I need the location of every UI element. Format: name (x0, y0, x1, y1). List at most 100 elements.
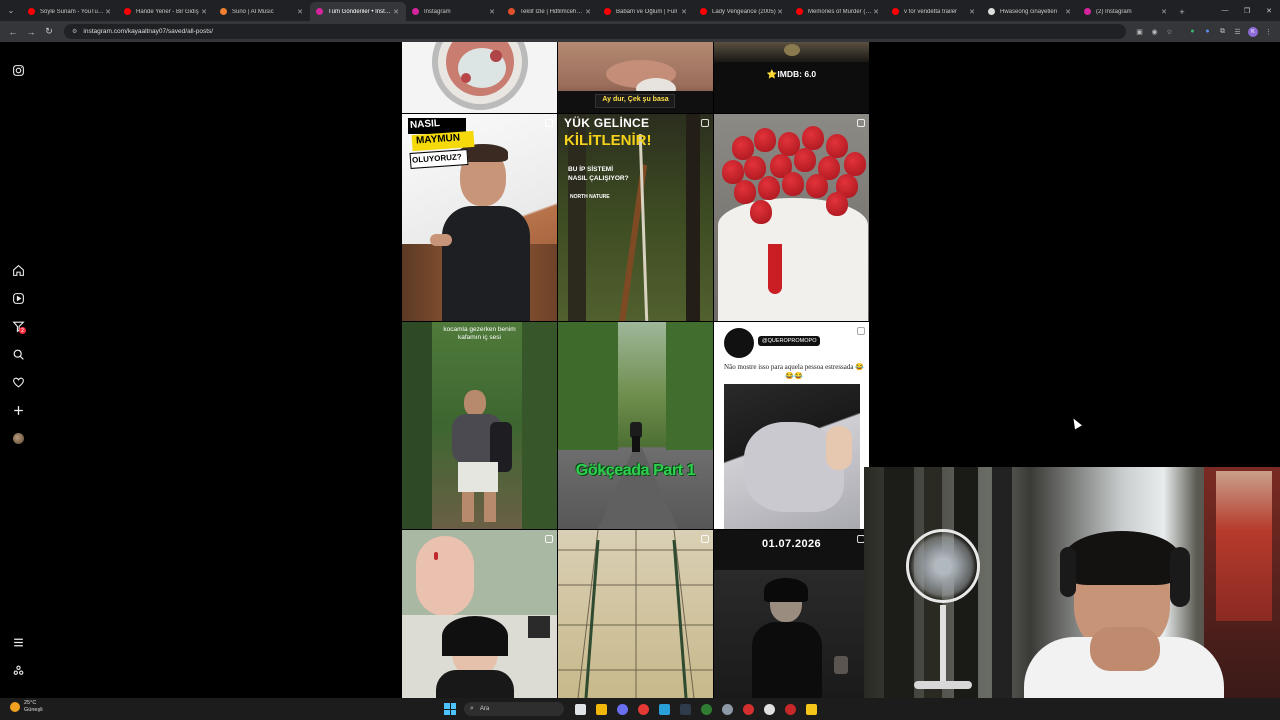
reel-indicator-icon (857, 327, 865, 335)
sunny-weather-icon (10, 702, 20, 712)
site-info-icon[interactable]: ⚙ (72, 28, 77, 35)
notifications-heart-icon[interactable] (8, 372, 28, 392)
settings-gear-icon[interactable] (722, 703, 733, 715)
post-tile[interactable]: kocamla gezerken benim kafamın iç sesi (402, 322, 557, 529)
browser-tab[interactable]: Söyle Sunam - YouTube ✕ (22, 2, 118, 21)
post-rope-sub-2: NASIL ÇALIŞIYOR? (568, 175, 629, 182)
post-tile[interactable]: Ay dur, Çek şu basa (558, 42, 713, 113)
tab-close-icon[interactable]: ✕ (1064, 8, 1072, 16)
post-tile[interactable]: NASIL MAYMUN OLUYORUZ? (402, 114, 557, 321)
telegram-icon[interactable] (659, 703, 670, 715)
tab-close-icon[interactable]: ✕ (104, 8, 112, 16)
browser-tab[interactable]: Hande Yener - Bir Gidiş ✕ (118, 2, 214, 21)
tab-title: Hwaseong cinayetleri (1000, 8, 1058, 15)
steam-icon[interactable] (680, 703, 691, 715)
strawberry-decoration (734, 180, 756, 204)
tab-close-icon[interactable]: ✕ (680, 8, 688, 16)
close-window-button[interactable]: ✕ (1258, 0, 1280, 21)
more-menu-icon[interactable] (8, 632, 28, 652)
post-tile[interactable]: Gökçeada Part 1 (558, 322, 713, 529)
back-button[interactable]: ← (4, 23, 22, 41)
forward-button[interactable]: → (22, 23, 40, 41)
reading-list-icon[interactable]: ☰ (1230, 24, 1245, 39)
post-tile[interactable] (402, 42, 557, 113)
browser-tab[interactable]: Babam ve Oğlum | Full ✕ (598, 2, 694, 21)
windows-taskbar: 25°C Güneşli ⌕ Ara (0, 698, 1280, 720)
strawberry-decoration (794, 148, 816, 172)
browser-tab[interactable]: Lady Vengeance (2005) ✕ (694, 2, 790, 21)
explore-icon[interactable]: 2 (8, 316, 28, 336)
browser-tab[interactable]: Tüm Gönderiler • Instagram✕ (310, 2, 406, 21)
bookmark-star-icon[interactable]: ☆ (1162, 24, 1177, 39)
post-tile[interactable] (714, 114, 869, 321)
browser-tab[interactable]: Memories of Murder (2003)✕ (790, 2, 886, 21)
tab-close-icon[interactable]: ✕ (392, 8, 400, 16)
browser-tab[interactable]: (2) Instagram ✕ (1078, 2, 1174, 21)
profile-avatar-button[interactable]: K (1248, 26, 1258, 37)
strawberry-decoration (750, 200, 772, 224)
post-date-caption: 01.07.2026 (761, 538, 822, 550)
tab-title: Lady Vengeance (2005) (712, 8, 776, 15)
post-tile[interactable]: 01.07.2026 (714, 530, 869, 698)
tab-close-icon[interactable]: ✕ (584, 8, 592, 16)
task-view-icon[interactable] (575, 703, 586, 715)
tab-close-icon[interactable]: ✕ (200, 8, 208, 16)
post-gokceada-title: Gökçeada Part 1 (575, 462, 696, 479)
browser-toolbar: ← → ↻ ⚙ instagram.com/kayaaltnay07/saved… (0, 21, 1280, 42)
tab-favicon-icon (124, 8, 131, 15)
tab-close-icon[interactable]: ✕ (1160, 8, 1168, 16)
post-tile[interactable]: ⭐IMDB: 6.0 (714, 42, 869, 113)
file-explorer-icon[interactable] (596, 703, 607, 715)
browser-tab[interactable]: Teklif İzle | Hdfilmcehennemi✕ (502, 2, 598, 21)
chrome-icon[interactable] (638, 703, 649, 715)
minimize-button[interactable]: — (1214, 0, 1236, 21)
weather-widget[interactable]: 25°C Güneşli (10, 700, 43, 714)
tab-favicon-icon (604, 8, 611, 15)
post-tile[interactable]: YÜK GELİNCE KİLİTLENİR! BU İP SİSTEMİ NA… (558, 114, 713, 321)
profile-avatar[interactable] (8, 428, 28, 448)
xbox-icon[interactable] (701, 703, 712, 715)
extensions-puzzle-icon[interactable]: ⧉ (1215, 24, 1230, 39)
new-tab-button[interactable]: + (1174, 2, 1190, 21)
app-icon[interactable] (806, 703, 817, 715)
post-tile[interactable]: @QUEROPROMOPO Não mostre isso para aquel… (714, 322, 869, 529)
tab-close-icon[interactable]: ✕ (488, 8, 496, 16)
tab-title: Tüm Gönderiler • Instagram (328, 8, 392, 15)
tab-search-chevron-icon[interactable]: ⌄ (0, 0, 22, 21)
threads-icon[interactable] (8, 660, 28, 680)
browser-tab[interactable]: Suno | AI Music ✕ (214, 2, 310, 21)
tab-close-icon[interactable]: ✕ (872, 8, 880, 16)
reload-button[interactable]: ↻ (40, 23, 58, 41)
post-tile[interactable] (402, 530, 557, 698)
extension-copilot-icon[interactable]: ● (1200, 24, 1215, 39)
strawberry-decoration (744, 156, 766, 180)
browser-tab[interactable]: Instagram ✕ (406, 2, 502, 21)
create-plus-icon[interactable] (8, 400, 28, 420)
discord-icon[interactable] (617, 703, 628, 715)
tracking-eye-icon[interactable]: ◉ (1147, 24, 1162, 39)
tab-title: Memories of Murder (2003) (808, 8, 872, 15)
reels-icon[interactable] (8, 288, 28, 308)
browser-menu-icon[interactable]: ⋮ (1261, 24, 1276, 39)
tab-favicon-icon (1084, 8, 1091, 15)
post-tile[interactable] (558, 530, 713, 698)
windows-start-icon[interactable] (444, 703, 456, 715)
home-icon[interactable] (8, 260, 28, 280)
address-bar[interactable]: ⚙ instagram.com/kayaaltnay07/saved/all-p… (64, 24, 1126, 39)
search-icon[interactable] (8, 344, 28, 364)
extension-shield-icon[interactable]: ● (1185, 24, 1200, 39)
tab-close-icon[interactable]: ✕ (968, 8, 976, 16)
strawberry-decoration (826, 192, 848, 216)
tab-close-icon[interactable]: ✕ (776, 8, 784, 16)
cast-icon[interactable]: ▣ (1132, 24, 1147, 39)
tab-close-icon[interactable]: ✕ (296, 8, 304, 16)
tab-title: Teklif İzle | Hdfilmcehennemi (520, 8, 584, 15)
taskbar-search[interactable]: ⌕ Ara (464, 702, 564, 716)
riot-icon[interactable] (785, 703, 796, 715)
obs-icon[interactable] (764, 703, 775, 715)
media-app-icon[interactable] (743, 703, 754, 715)
browser-tab[interactable]: v for vendetta trailer ✕ (886, 2, 982, 21)
instagram-logo-icon[interactable] (8, 60, 28, 80)
restore-button[interactable]: ❐ (1236, 0, 1258, 21)
browser-tab[interactable]: Hwaseong cinayetleri ✕ (982, 2, 1078, 21)
